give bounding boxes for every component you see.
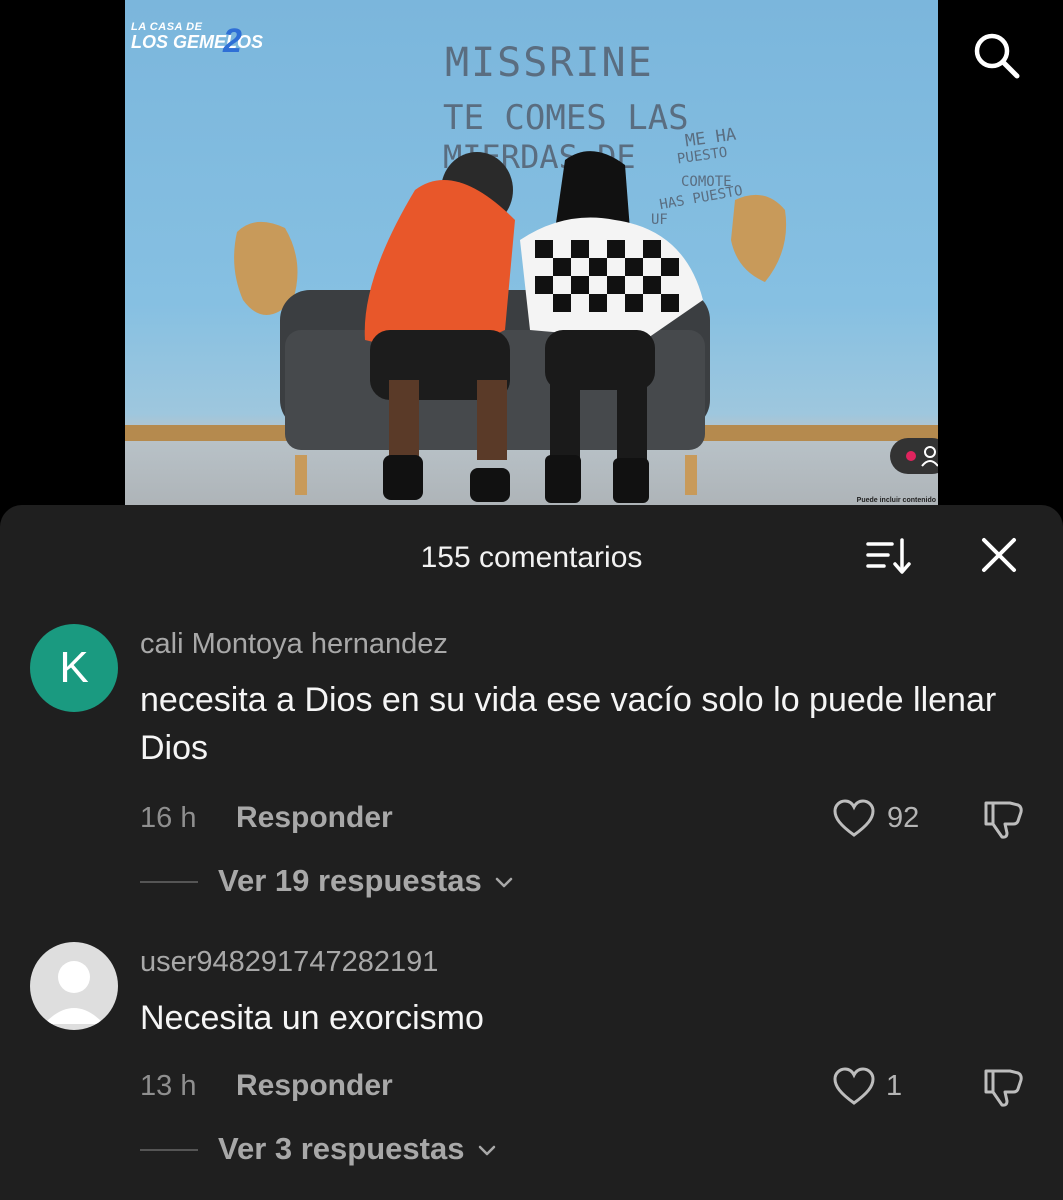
reply-button[interactable]: Responder [236, 1069, 393, 1103]
dislike-icon[interactable] [980, 795, 1026, 841]
like-count: 92 [887, 802, 920, 834]
video-player[interactable]: LA CASA DE LOS GEMELOS 2 MISSRINE TE COM… [0, 0, 1063, 505]
heart-icon[interactable] [832, 1066, 876, 1106]
comment-text: necesita a Dios en su vida ese vacío sol… [140, 681, 997, 767]
chevron-down-icon [496, 877, 513, 888]
heart-icon[interactable] [832, 798, 876, 838]
avatar[interactable] [30, 942, 118, 1030]
like-count: 1 [886, 1070, 903, 1102]
video-frame[interactable]: LA CASA DE LOS GEMELOS 2 MISSRINE TE COM… [125, 0, 938, 505]
search-icon[interactable] [971, 30, 1021, 80]
comment-text: Necesita un exorcismo [140, 999, 484, 1037]
default-avatar-icon [44, 961, 104, 1024]
replies-divider [140, 1149, 198, 1151]
replies-divider [140, 881, 198, 883]
comment-username[interactable]: cali Montoya hernandez [140, 628, 448, 661]
view-replies-button[interactable]: Ver 19 respuestas [218, 863, 514, 899]
comment-time: 13 h [140, 1070, 197, 1102]
chevron-down-icon [478, 1145, 496, 1156]
close-icon[interactable] [980, 536, 1018, 574]
sort-icon[interactable] [864, 535, 912, 577]
view-replies-button[interactable]: Ver 3 respuestas [218, 1131, 497, 1167]
content-disclaimer: Puede incluir contenido [856, 497, 936, 504]
comments-sheet: 155 comentarios K cali Montoya hernandez… [0, 505, 1063, 1200]
dislike-icon[interactable] [980, 1063, 1026, 1109]
avatar[interactable]: K [30, 624, 118, 712]
reply-button[interactable]: Responder [236, 801, 393, 835]
scene-illustration [125, 151, 938, 503]
comment-time: 16 h [140, 802, 197, 834]
comment-username[interactable]: user948291747282191 [140, 946, 438, 979]
